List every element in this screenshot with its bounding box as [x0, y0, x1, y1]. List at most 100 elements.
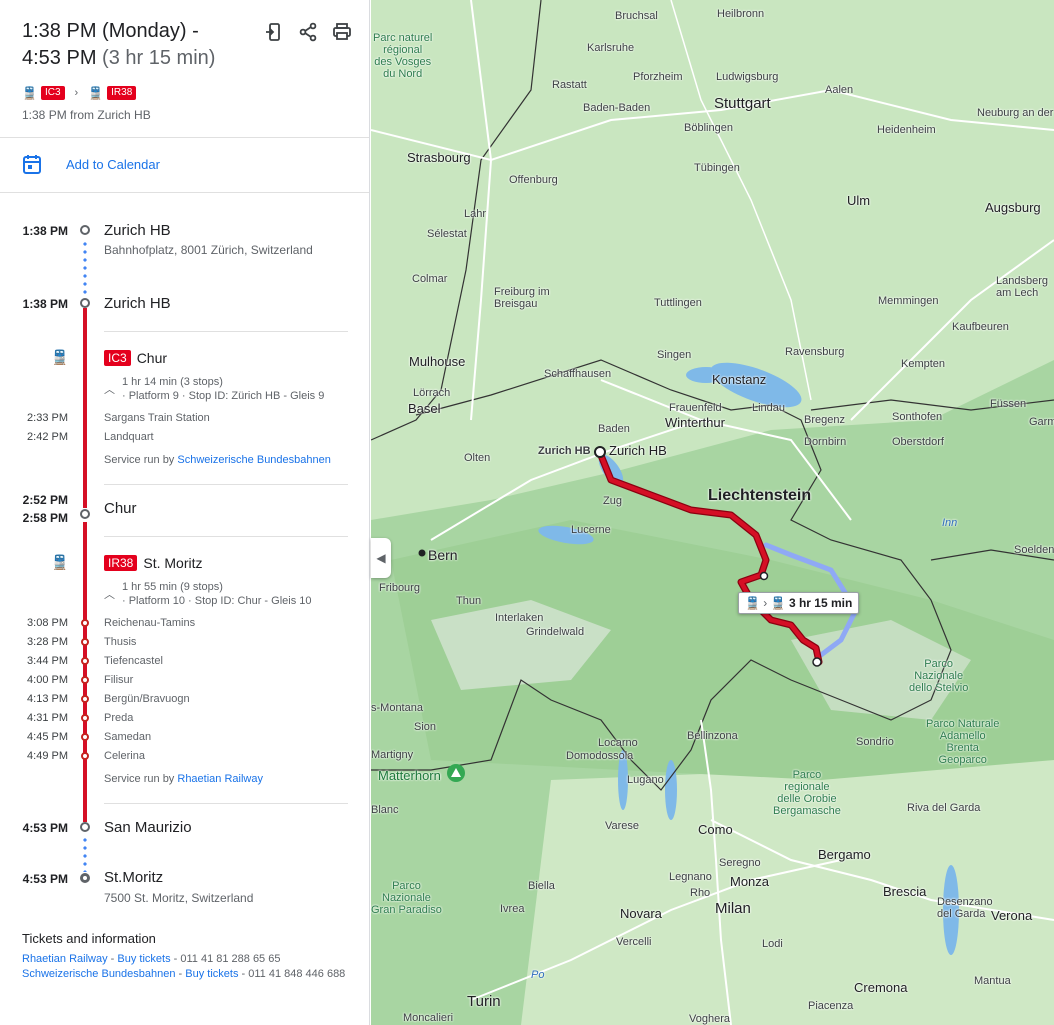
- walk-path: [83, 240, 87, 296]
- board-station[interactable]: Zurich HB: [104, 295, 171, 312]
- train-icon: 🚆: [22, 86, 37, 100]
- map-label: Oberstdorf: [892, 436, 944, 448]
- phone-number: - 011 41 81 288 65 65: [170, 953, 281, 965]
- map-label: Zurich HB: [538, 445, 591, 457]
- map-label: Bruchsal: [615, 10, 658, 22]
- map-region-label: Parc naturel régional des Vosges du Nord: [373, 32, 433, 80]
- operator-link[interactable]: Schweizerische Bundesbahnen: [177, 454, 331, 466]
- map-label: Brescia: [883, 884, 927, 899]
- print-icon[interactable]: [332, 22, 352, 42]
- leg2-headsign: St. Moritz: [143, 555, 203, 571]
- leg2-line: IR38 St. Moritz: [104, 555, 202, 571]
- buy-tickets-link[interactable]: Buy tickets: [185, 968, 238, 980]
- stop-name: Filisur: [104, 674, 134, 686]
- map-label: Lodi: [762, 938, 783, 950]
- add-to-calendar-label: Add to Calendar: [66, 157, 160, 172]
- share-icon[interactable]: [298, 22, 318, 42]
- map-region-label: Parco Naturale Adamello Brenta Geoparco: [926, 718, 1000, 766]
- map-label: Augsburg: [985, 200, 1041, 215]
- leg2-summary: 1 hr 55 min (9 stops): [122, 581, 223, 593]
- map-label: Landsberg am Lech: [996, 275, 1048, 299]
- map-label: Sondrio: [856, 736, 894, 748]
- map-label: Moncalieri: [403, 1012, 454, 1024]
- transfer-station[interactable]: Chur: [104, 500, 137, 517]
- map-label: Tübingen: [694, 162, 740, 174]
- stop-node: [81, 676, 89, 684]
- rail-line-ic3: [83, 308, 87, 508]
- operator-link[interactable]: Rhaetian Railway: [177, 773, 263, 785]
- divider: [104, 331, 348, 332]
- stop-time: 4:00 PM: [27, 674, 68, 686]
- stop-time: 4:13 PM: [27, 693, 68, 705]
- collapse-panel-button[interactable]: ◀: [371, 538, 391, 578]
- map-label: Olten: [464, 452, 491, 464]
- ticket-row: Schweizerische Bundesbahnen - Buy ticket…: [22, 968, 345, 980]
- map-label: Rastatt: [552, 79, 587, 91]
- leg1-headsign: Chur: [136, 350, 168, 366]
- buy-tickets-link[interactable]: Buy tickets: [117, 953, 170, 965]
- transfer-arrive-time: 2:52 PM: [22, 493, 68, 507]
- map-label: Bern: [428, 547, 458, 563]
- map-label: Fribourg: [379, 582, 420, 594]
- separator: -: [107, 953, 118, 965]
- map-label: Bregenz: [804, 414, 845, 426]
- map-label: Martigny: [371, 749, 414, 761]
- destination-time: 4:53 PM: [22, 872, 68, 886]
- map-label: Seregno: [719, 857, 761, 869]
- map-label: Heilbronn: [717, 8, 765, 20]
- map-label: Interlaken: [495, 612, 544, 624]
- map-label: Legnano: [669, 871, 712, 883]
- station-node: [80, 509, 90, 519]
- trip-header: 1:38 PM (Monday) - 4:53 PM (3 hr 15 min)…: [22, 18, 352, 122]
- stop-name: Samedan: [104, 731, 152, 743]
- map-region-label: Parco Nazionale Gran Paradiso: [371, 880, 442, 916]
- map-label: Po: [531, 969, 545, 981]
- leg2-platform: · Platform 10 · Stop ID: Chur - Gleis 10: [122, 595, 312, 607]
- destination-name[interactable]: St.Moritz: [104, 869, 163, 886]
- chevron-left-icon: ◀: [376, 551, 386, 565]
- stop-time: 3:44 PM: [27, 655, 68, 667]
- map-label: Stuttgart: [714, 95, 771, 112]
- send-to-phone-icon[interactable]: [264, 22, 284, 42]
- origin-name[interactable]: Zurich HB: [104, 222, 171, 239]
- route-duration-callout[interactable]: 🚆 › 🚆 3 hr 15 min: [738, 592, 860, 614]
- map-label: Lindau: [752, 402, 786, 414]
- destination-address: 7500 St. Moritz, Switzerland: [104, 891, 254, 905]
- map-label: Novara: [620, 906, 662, 921]
- map-label: Biella: [528, 880, 555, 892]
- map-label: Zurich HB: [609, 443, 667, 458]
- calendar-icon: [23, 155, 41, 174]
- board-time: 1:38 PM: [22, 297, 68, 311]
- map-label: Winterthur: [665, 415, 725, 430]
- map-canvas[interactable]: Bruchsal Heilbronn Karlsruhe Rastatt Pfo…: [371, 0, 1054, 1025]
- map-label: Ivrea: [500, 903, 525, 915]
- alight-station[interactable]: San Maurizio: [104, 819, 192, 836]
- stop-time: 2:42 PM: [27, 431, 68, 443]
- origin-address: Bahnhofplatz, 8001 Zürich, Switzerland: [104, 243, 313, 257]
- map-label: Offenburg: [509, 174, 558, 186]
- map-label: Strasbourg: [407, 150, 471, 165]
- collapse-stops-button[interactable]: ︿: [104, 586, 115, 602]
- stop-node: [81, 695, 89, 703]
- collapse-stops-button[interactable]: ︿: [104, 381, 115, 397]
- map-label: Matterhorn: [378, 768, 441, 783]
- chevron-right-icon: ›: [74, 87, 79, 99]
- leg1-service: Service run by Schweizerische Bundesbahn…: [104, 454, 331, 466]
- train-icon: 🚆: [51, 349, 69, 365]
- stop-node: [81, 752, 89, 760]
- operator-link[interactable]: Rhaetian Railway: [22, 953, 108, 965]
- rail-line-ir38: [83, 522, 87, 822]
- map-label: Mantua: [974, 975, 1011, 987]
- map-label: Mulhouse: [409, 354, 466, 369]
- map-region-label: Parco Nazionale dello Stelvio: [909, 658, 969, 694]
- add-to-calendar-button[interactable]: Add to Calendar: [22, 153, 160, 175]
- stop-name: Celerina: [104, 750, 145, 762]
- walk-path: [83, 836, 87, 872]
- map-label: Heidenheim: [877, 124, 936, 136]
- map-label: Bergamo: [818, 847, 871, 862]
- map-label: s-Montana: [371, 702, 423, 714]
- trip-duration: (3 hr 15 min): [102, 47, 216, 69]
- divider: [0, 137, 369, 138]
- divider: [104, 484, 348, 485]
- operator-link[interactable]: Schweizerische Bundesbahnen: [22, 968, 176, 980]
